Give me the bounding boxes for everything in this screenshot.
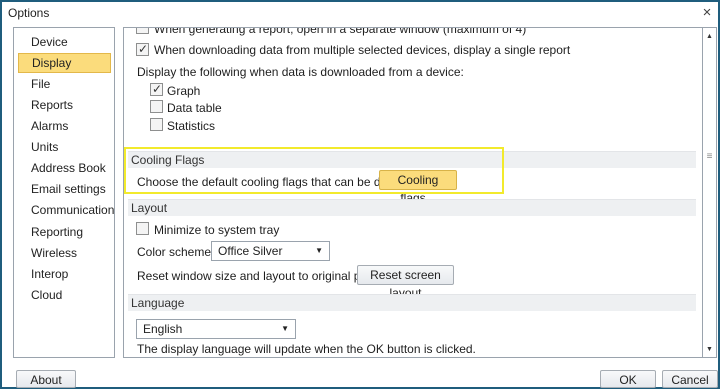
scroll-thumb[interactable]: ≡ — [705, 148, 714, 168]
sidebar-item-alarms[interactable]: Alarms — [18, 116, 111, 136]
statistics-label: Statistics — [167, 119, 216, 133]
title-bar: Options × — [2, 2, 718, 26]
cooling-flags-highlight — [124, 147, 504, 194]
separate-window-label: When generating a report, open in a sepa… — [154, 27, 527, 36]
layout-header: Layout — [128, 199, 696, 216]
reset-screen-layout-button[interactable]: Reset screen layout — [357, 265, 454, 300]
sidebar-item-communication[interactable]: Communication — [18, 200, 114, 220]
layout-title: Layout — [131, 201, 168, 215]
sidebar-item-address-book[interactable]: Address Book — [18, 158, 111, 178]
sidebar-item-email-settings[interactable]: Email settings — [18, 179, 111, 199]
sidebar-item-reports[interactable]: Reports — [18, 95, 111, 115]
sidebar-item-units[interactable]: Units — [18, 137, 111, 157]
data-table-label: Data table — [167, 101, 222, 115]
language-header: Language — [128, 294, 696, 311]
category-sidebar: Device Display File Reports Alarms Units… — [13, 27, 115, 358]
window-title: Options — [8, 6, 50, 20]
graph-checkbox[interactable] — [150, 82, 163, 96]
color-scheme-value: Office Silver — [218, 244, 283, 258]
sidebar-item-wireless[interactable]: Wireless — [18, 243, 111, 263]
statistics-checkbox[interactable] — [150, 118, 163, 131]
ok-button[interactable]: OK — [600, 370, 656, 388]
chevron-down-icon: ▼ — [281, 324, 289, 333]
minimize-tray-checkbox[interactable] — [136, 222, 149, 235]
chevron-down-icon: ▼ — [315, 246, 323, 255]
single-report-label: When downloading data from multiple sele… — [154, 43, 571, 57]
cancel-button[interactable]: Cancel — [662, 370, 718, 388]
sidebar-item-interop[interactable]: Interop — [18, 264, 111, 284]
minimize-tray-label: Minimize to system tray — [154, 223, 280, 237]
single-report-checkbox[interactable] — [136, 42, 149, 56]
about-button[interactable]: About — [16, 370, 76, 388]
color-scheme-label: Color scheme: — [137, 245, 215, 259]
download-display-prompt: Display the following when data is downl… — [137, 65, 464, 79]
scroll-down-icon[interactable]: ▼ — [703, 344, 716, 356]
language-select[interactable]: English ▼ — [136, 319, 296, 339]
language-value: English — [143, 322, 183, 336]
scroll-up-icon[interactable]: ▲ — [703, 31, 716, 43]
sidebar-item-reporting[interactable]: Reporting — [18, 222, 111, 242]
graph-label: Graph — [167, 84, 201, 98]
color-scheme-select[interactable]: Office Silver ▼ — [211, 241, 330, 261]
data-table-checkbox[interactable] — [150, 100, 163, 113]
language-note: The display language will update when th… — [137, 342, 476, 356]
options-dialog: Options × Device Display File Reports Al… — [0, 0, 720, 389]
display-settings-panel: When generating a report, open in a sepa… — [123, 27, 703, 358]
sidebar-item-device[interactable]: Device — [18, 32, 111, 52]
sidebar-item-display[interactable]: Display — [18, 53, 111, 73]
separate-window-checkbox[interactable] — [136, 28, 149, 34]
sidebar-item-cloud[interactable]: Cloud — [18, 285, 111, 305]
language-title: Language — [131, 296, 185, 310]
sidebar-item-file[interactable]: File — [18, 74, 111, 94]
vertical-scrollbar[interactable]: ▲ ≡ ▼ — [703, 27, 717, 358]
close-icon[interactable]: × — [698, 3, 716, 23]
